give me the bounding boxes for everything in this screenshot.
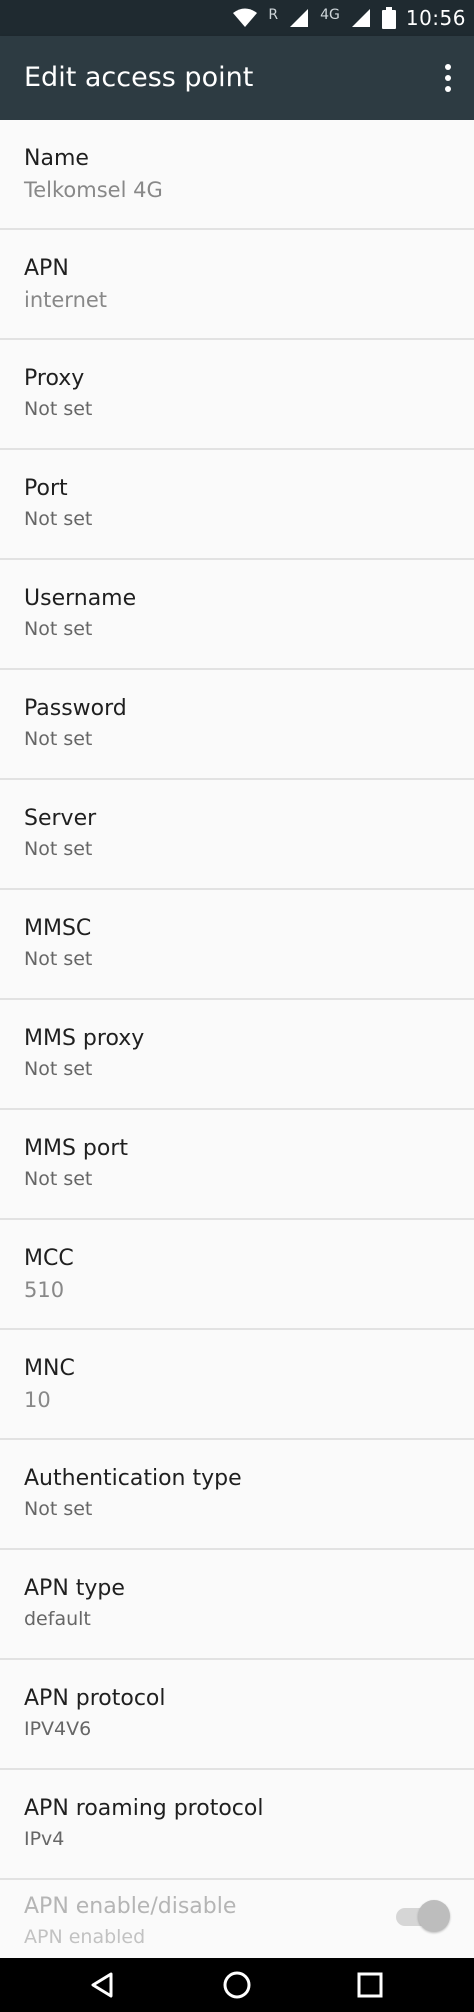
setting-label: Port [24, 476, 68, 501]
setting-label: Password [24, 696, 127, 721]
status-bar: R 4G 10:56 [0, 0, 474, 36]
setting-label: Proxy [24, 366, 85, 391]
setting-value: Not set [24, 1058, 93, 1080]
recents-icon [357, 1972, 383, 1998]
setting-label: APN [24, 256, 69, 281]
setting-value: IPV4V6 [24, 1718, 92, 1740]
setting-value: Not set [24, 1498, 93, 1520]
setting-label: MCC [24, 1246, 74, 1271]
setting-value: Not set [24, 1168, 93, 1190]
setting-row-mms-port[interactable]: MMS port Not set [0, 1110, 474, 1220]
setting-value: internet [24, 288, 108, 312]
setting-value: APN enabled [24, 1926, 146, 1948]
setting-label: APN roaming protocol [24, 1796, 264, 1821]
battery-icon [381, 7, 396, 29]
setting-label: MMSC [24, 916, 92, 941]
setting-row-apn-roaming-protocol[interactable]: APN roaming protocol IPv4 [0, 1770, 474, 1880]
setting-label: APN protocol [24, 1686, 166, 1711]
setting-row-mmsc[interactable]: MMSC Not set [0, 890, 474, 1000]
setting-label: APN type [24, 1576, 125, 1601]
setting-row-authentication-type[interactable]: Authentication type Not set [0, 1440, 474, 1550]
recents-button[interactable] [340, 1958, 400, 2012]
setting-value: Not set [24, 508, 93, 530]
setting-row-apn[interactable]: APN internet [0, 230, 474, 340]
setting-row-username[interactable]: Username Not set [0, 560, 474, 670]
setting-label: MNC [24, 1356, 75, 1381]
signal-icon [290, 9, 309, 27]
network-type: 4G [320, 7, 340, 23]
setting-label: MMS port [24, 1136, 129, 1161]
roaming-indicator: R [268, 7, 279, 23]
toggle-thumb [418, 1900, 450, 1932]
setting-label: MMS proxy [24, 1026, 145, 1051]
wifi-icon [233, 8, 258, 27]
home-button[interactable] [207, 1958, 267, 2012]
setting-value: Not set [24, 948, 93, 970]
clock: 10:56 [405, 6, 466, 30]
back-icon [91, 1972, 113, 1998]
setting-row-apn-enable: APN enable/disable APN enabled [0, 1880, 474, 1958]
setting-label: Username [24, 586, 137, 611]
app-bar: Edit access point [0, 36, 474, 120]
setting-value: IPv4 [24, 1828, 65, 1850]
setting-row-password[interactable]: Password Not set [0, 670, 474, 780]
home-icon [223, 1971, 251, 1999]
back-button[interactable] [72, 1958, 132, 2012]
signal-secondary-icon [351, 9, 370, 27]
setting-row-mcc[interactable]: MCC 510 [0, 1220, 474, 1330]
setting-value: Not set [24, 838, 93, 860]
apn-enable-toggle [396, 1900, 450, 1934]
overflow-menu-icon[interactable] [436, 58, 460, 98]
setting-value: Not set [24, 618, 93, 640]
setting-row-apn-protocol[interactable]: APN protocol IPV4V6 [0, 1660, 474, 1770]
setting-label: Name [24, 146, 89, 171]
status-icons: R 4G 10:56 [232, 0, 466, 36]
setting-label: APN enable/disable [24, 1894, 237, 1919]
setting-row-mms-proxy[interactable]: MMS proxy Not set [0, 1000, 474, 1110]
setting-row-apn-type[interactable]: APN type default [0, 1550, 474, 1660]
setting-value: Telkomsel 4G [24, 178, 163, 202]
setting-value: default [24, 1608, 91, 1630]
page-title: Edit access point [24, 62, 254, 93]
setting-value: 10 [24, 1388, 51, 1412]
setting-row-name[interactable]: Name Telkomsel 4G [0, 120, 474, 230]
setting-value: 510 [24, 1278, 65, 1302]
setting-value: Not set [24, 728, 93, 750]
setting-label: Authentication type [24, 1466, 242, 1491]
setting-row-proxy[interactable]: Proxy Not set [0, 340, 474, 450]
navigation-bar [0, 1958, 474, 2012]
setting-row-port[interactable]: Port Not set [0, 450, 474, 560]
setting-row-server[interactable]: Server Not set [0, 780, 474, 890]
setting-row-mnc[interactable]: MNC 10 [0, 1330, 474, 1440]
setting-value: Not set [24, 398, 93, 420]
setting-label: Server [24, 806, 97, 831]
